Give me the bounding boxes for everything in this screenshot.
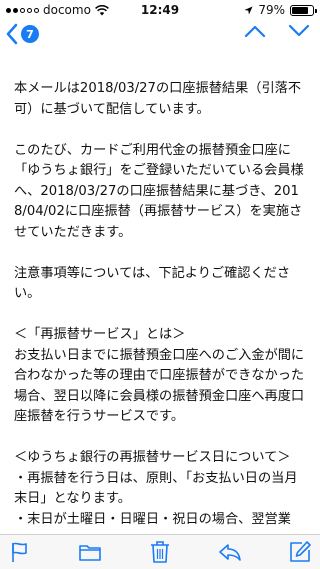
location-icon [244, 5, 253, 15]
battery-level [292, 6, 308, 14]
battery-icon [290, 4, 317, 16]
next-message-button[interactable] [288, 24, 310, 38]
email-content[interactable]: ございます。 本メールは2018/03/27の口座振替結果（引落不可）に基づいて… [0, 52, 320, 534]
email-body: ございます。 本メールは2018/03/27の口座振替結果（引落不可）に基づいて… [14, 52, 305, 527]
status-right: 79% [244, 3, 317, 17]
reply-button[interactable] [216, 538, 244, 566]
back-button[interactable]: 7 [6, 23, 39, 45]
reply-icon [219, 544, 241, 561]
trash-icon [151, 541, 169, 563]
move-to-folder-button[interactable] [76, 538, 104, 566]
chevron-left-icon [6, 23, 18, 45]
nav-bar: 7 [0, 20, 320, 52]
folder-icon [79, 545, 101, 561]
flag-icon [12, 542, 27, 562]
previous-message-button[interactable] [244, 24, 266, 38]
compose-button[interactable] [286, 538, 314, 566]
delete-button[interactable] [146, 538, 174, 566]
status-bar: docomo 12:49 79% [0, 0, 320, 20]
compose-icon [290, 541, 311, 562]
message-navigation [244, 24, 310, 38]
bottom-toolbar [0, 534, 320, 569]
flag-button[interactable] [6, 538, 34, 566]
unread-count-badge: 7 [21, 25, 39, 43]
battery-percent: 79% [258, 3, 285, 17]
